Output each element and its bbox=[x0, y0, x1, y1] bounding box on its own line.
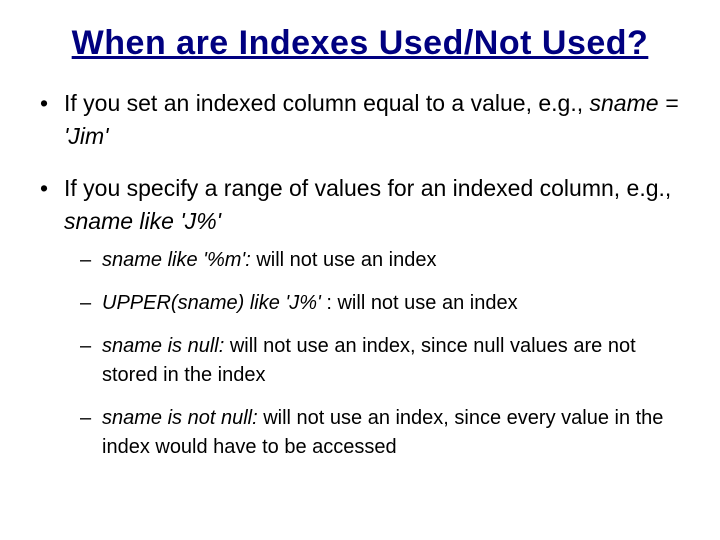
sub-bullet-em: sname is not null: bbox=[102, 407, 258, 429]
slide-title: When are Indexes Used/Not Used? bbox=[36, 24, 684, 63]
sub-bullet-item: sname is null: will not use an index, si… bbox=[78, 332, 684, 390]
bullet-item: If you set an indexed column equal to a … bbox=[36, 87, 684, 154]
sub-bullet-post: will not use an index bbox=[251, 249, 437, 271]
bullet-list: If you set an indexed column equal to a … bbox=[36, 87, 684, 462]
sub-bullet-em: UPPER(sname) like 'J%' bbox=[102, 292, 321, 314]
sub-bullet-list: sname like '%m': will not use an index U… bbox=[78, 246, 684, 462]
bullet-text-pre: If you specify a range of values for an … bbox=[64, 175, 671, 201]
sub-bullet-post: : will not use an index bbox=[321, 292, 518, 314]
sub-bullet-item: UPPER(sname) like 'J%' : will not use an… bbox=[78, 289, 684, 318]
bullet-text-em: sname like 'J%' bbox=[64, 208, 221, 234]
bullet-text-pre: If you set an indexed column equal to a … bbox=[64, 90, 590, 116]
bullet-item: If you specify a range of values for an … bbox=[36, 172, 684, 463]
sub-bullet-em: sname like '%m': bbox=[102, 249, 251, 271]
sub-bullet-em: sname is null: bbox=[102, 335, 224, 357]
sub-bullet-item: sname like '%m': will not use an index bbox=[78, 246, 684, 275]
slide: When are Indexes Used/Not Used? If you s… bbox=[0, 0, 720, 540]
sub-bullet-item: sname is not null: will not use an index… bbox=[78, 404, 684, 462]
